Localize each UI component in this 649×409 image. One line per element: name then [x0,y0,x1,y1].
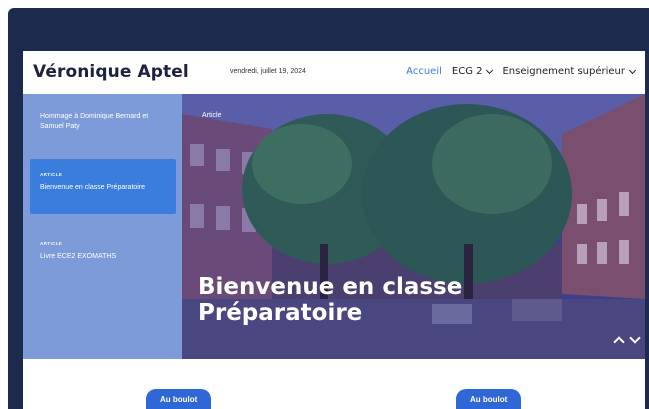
nav-item-enseignement-superieur[interactable]: Enseignement supérieur [502,66,637,77]
nav-item-ecg2[interactable]: ECG 2 [451,66,494,77]
nav-item-label: Accueil [406,66,442,77]
hero-title[interactable]: Bienvenue en classe Préparatoire [198,274,528,326]
nav-item-accueil[interactable]: Accueil [406,66,442,77]
au-boulot-button-right[interactable]: Au boulot [456,389,522,409]
sidebar-item-bienvenue[interactable]: ARTICLE Bienvenue en classe Préparatoire [30,159,176,214]
sidebar-item-kicker: ARTICLE [40,172,63,177]
chevron-down-icon [628,66,637,74]
sidebar-item-livre[interactable]: ARTICLE Livre ECE2 EXOMATHS [30,239,176,262]
au-boulot-button-left[interactable]: Au boulot [146,389,212,409]
hero-category-tag[interactable]: Article [202,112,221,119]
chevron-down-icon[interactable] [629,332,641,344]
sidebar-item-hommage[interactable]: Hommage à Dominique Bernard et Samuel Pa… [30,112,176,132]
nav-item-label: Enseignement supérieur [502,66,625,77]
site-frame: Véronique Aptel vendredi, juillet 19, 20… [23,51,645,409]
slider-controls [613,332,641,348]
slider-sidebar: Hommage à Dominique Bernard et Samuel Pa… [23,94,182,359]
sidebar-item-title: Livre ECE2 EXOMATHS [40,253,117,260]
nav-item-label: ECG 2 [451,66,483,77]
hero-image[interactable]: Article Bienvenue en classe Préparatoire [182,94,645,359]
hero-slider: Hommage à Dominique Bernard et Samuel Pa… [23,94,645,359]
site-header: Véronique Aptel vendredi, juillet 19, 20… [23,51,645,94]
sidebar-item-kicker: ARTICLE [40,241,63,246]
main-nav: Accueil ECG 2 Enseignement supérieur [406,66,637,77]
site-title[interactable]: Véronique Aptel [33,62,189,82]
current-date: vendredi, juillet 19, 2024 [230,68,306,75]
sidebar-item-title: Hommage à Dominique Bernard et Samuel Pa… [40,113,149,130]
chevron-down-icon [486,66,494,74]
chevron-up-icon[interactable] [613,336,625,348]
sidebar-item-title: Bienvenue en classe Préparatoire [40,184,146,191]
